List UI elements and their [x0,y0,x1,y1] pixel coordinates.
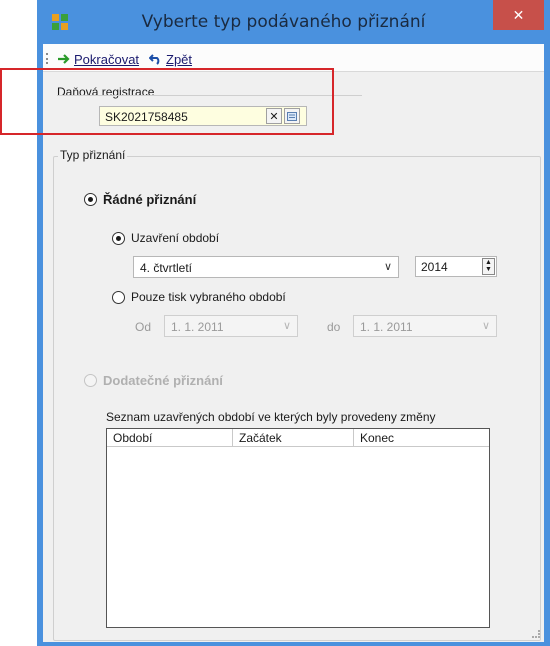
close-period-label: Uzavření období [131,231,220,245]
chevron-down-icon: ∨ [282,320,291,332]
to-date-value: 1. 1. 2011 [360,320,413,334]
toolbar-grip-icon[interactable] [46,53,48,64]
regular-return-radio[interactable]: Řádné přiznání [84,192,196,207]
column-header-end[interactable]: Konec [354,429,489,447]
from-date-select[interactable]: 1. 1. 2011 ∨ [164,315,298,337]
supplementary-return-radio[interactable]: Dodatečné přiznání [84,373,223,388]
highlight-box [0,68,334,135]
radio-checked-icon [84,193,97,206]
year-spinner[interactable]: 2014 ▲ ▼ [415,256,497,277]
arrow-right-icon [58,54,70,64]
supplementary-return-label: Dodatečné přiznání [103,373,223,388]
changed-periods-caption: Seznam uzavřených období ve kterých byly… [106,410,436,424]
radio-checked-icon [112,231,125,245]
period-select-value: 4. čtvrtletí [140,261,193,275]
title-bar[interactable]: Vyberte typ podávaného přiznání ✕ [37,0,550,44]
period-select[interactable]: 4. čtvrtletí ∨ [133,256,399,278]
regular-return-label: Řádné přiznání [103,192,197,207]
from-date-value: 1. 1. 2011 [171,320,224,334]
back-label: Zpět [166,51,193,67]
chevron-down-icon: ∨ [383,261,392,273]
continue-button[interactable]: Pokračovat [57,51,139,67]
changed-periods-table[interactable]: Období Začátek Konec [106,428,490,628]
continue-label: Pokračovat [74,51,140,67]
to-date-select[interactable]: 1. 1. 2011 ∨ [353,315,497,337]
radio-unchecked-icon [84,374,97,387]
year-value: 2014 [421,260,448,274]
column-header-period[interactable]: Období [107,429,233,447]
print-only-radio[interactable]: Pouze tisk vybraného období [112,290,286,304]
column-header-start[interactable]: Začátek [233,429,354,447]
spin-arrows-icon[interactable]: ▲ ▼ [482,258,495,275]
radio-unchecked-icon [112,290,125,304]
chevron-down-icon: ∨ [481,320,490,332]
print-only-label: Pouze tisk vybraného období [131,290,286,304]
close-button[interactable]: ✕ [493,0,544,30]
undo-icon [149,54,160,65]
back-button[interactable]: Zpět [149,51,192,67]
from-label: Od [135,320,152,334]
to-label: do [327,320,341,334]
return-type-title: Typ přiznání [58,148,128,162]
close-period-radio[interactable]: Uzavření období [112,231,219,245]
app-icon [52,14,68,30]
window-title: Vyberte typ podávaného přiznání [141,12,426,32]
resize-grip-icon[interactable] [532,630,540,638]
